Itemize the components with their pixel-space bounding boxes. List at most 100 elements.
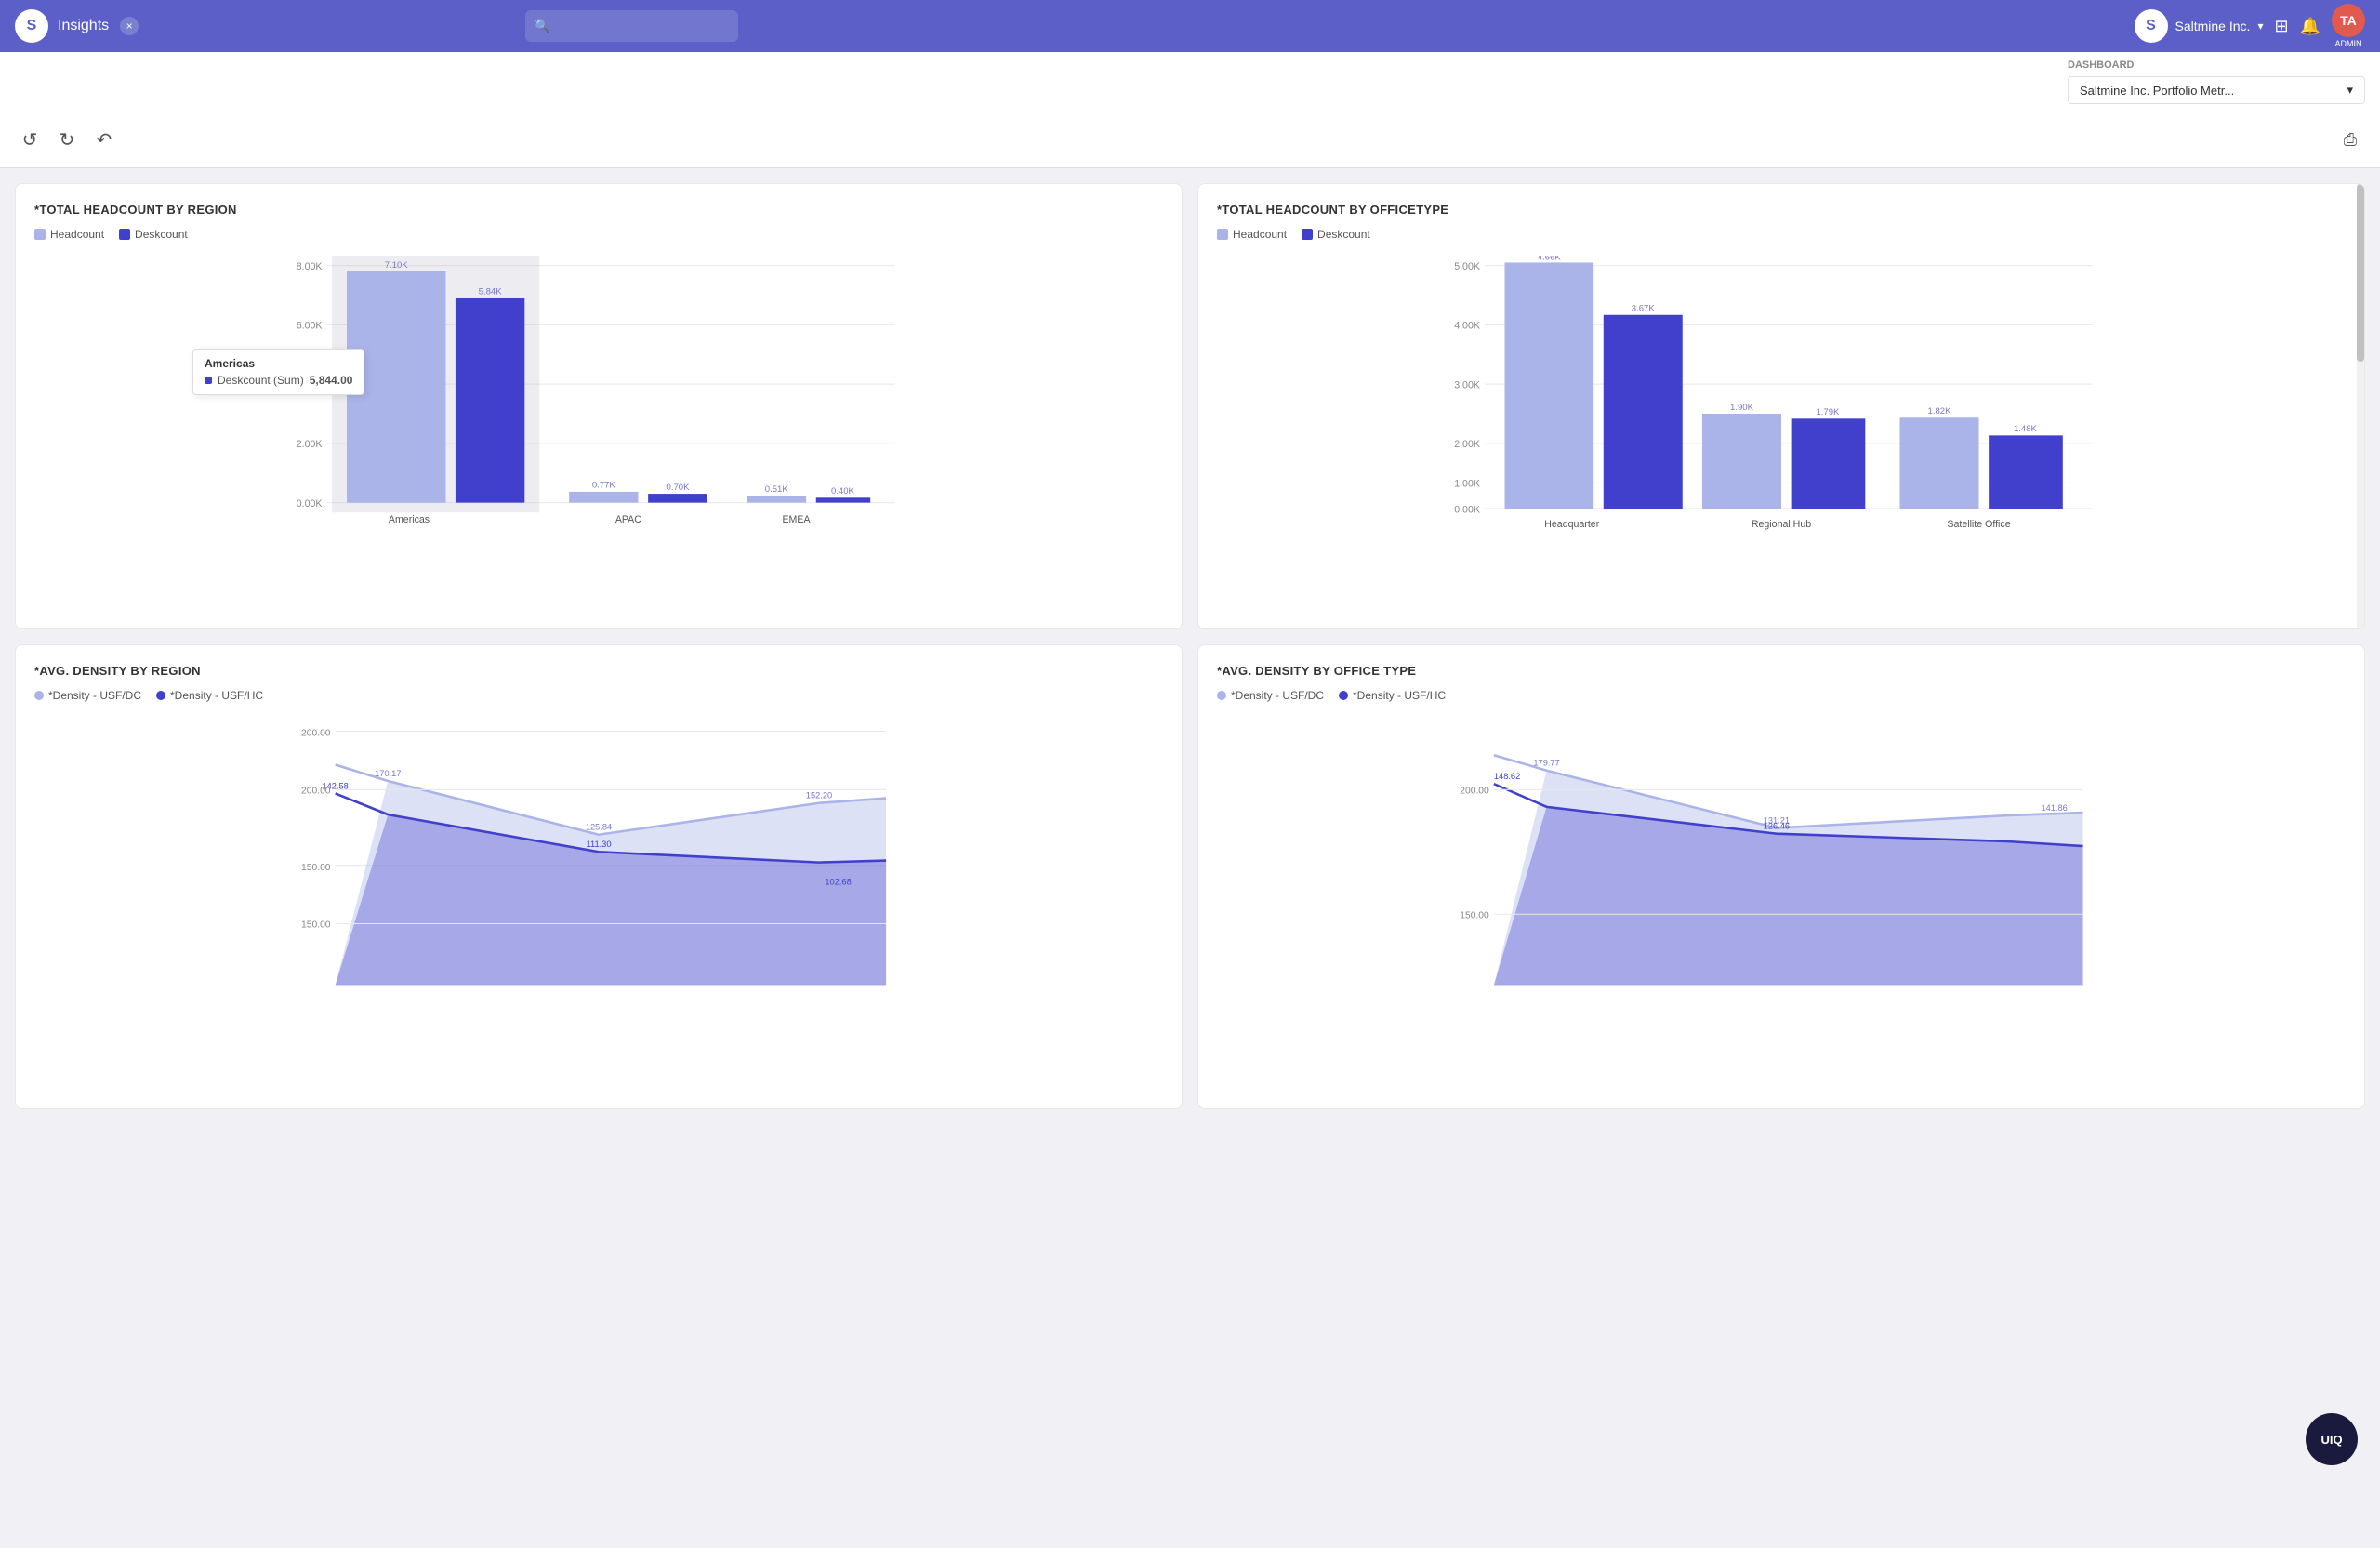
- chart2-scrollbar[interactable]: [2357, 184, 2364, 628]
- avatar-initials: TA: [2340, 13, 2357, 28]
- bar-emea-dc: [816, 497, 870, 502]
- chart4-area: 179.77 131.21 141.86 148.62 126.46 200.0…: [1217, 717, 2346, 1033]
- chart3-usfhc-label: *Density - USF/HC: [170, 689, 263, 702]
- svg-text:Headquarter: Headquarter: [1544, 519, 1599, 530]
- deskcount-legend-label: Deskcount: [135, 228, 188, 241]
- chart3-usfdc-color: [34, 691, 44, 700]
- chart4-title: *AVG. DENSITY BY OFFICE TYPE: [1217, 664, 2346, 678]
- svg-text:4.66K: 4.66K: [1538, 256, 1562, 262]
- svg-text:Satellite Office: Satellite Office: [1947, 519, 2010, 530]
- chart1-legend: Headcount Deskcount: [34, 228, 1163, 241]
- svg-text:111.30: 111.30: [587, 840, 612, 849]
- app-title: Insights: [58, 18, 109, 34]
- uiq-label: UIQ: [2320, 1433, 2342, 1447]
- svg-text:8.00K: 8.00K: [297, 261, 323, 272]
- chart4-usfhc-label: *Density - USF/HC: [1353, 689, 1446, 702]
- dashboard-value: Saltmine Inc. Portfolio Metr...: [2080, 84, 2234, 98]
- chart3-svg: 200.00 150.00: [34, 717, 1163, 1033]
- redo-icon: ↻: [60, 128, 75, 152]
- svg-text:150.00: 150.00: [301, 863, 331, 873]
- svg-text:2.00K: 2.00K: [297, 439, 323, 450]
- chart-headcount-officetype: *TOTAL HEADCOUNT BY OFFICETYPE Headcount…: [1197, 183, 2365, 629]
- svg-text:200.00: 200.00: [1460, 786, 1489, 796]
- toolbar: ↺ ↻ ↶ ⎙: [0, 112, 2380, 168]
- chart-density-region: *AVG. DENSITY BY REGION *Density - USF/D…: [15, 644, 1183, 1109]
- svg-text:1.00K: 1.00K: [1454, 479, 1480, 490]
- print-icon: ⎙: [2344, 130, 2357, 150]
- legend-deskcount: Deskcount: [119, 228, 188, 241]
- svg-text:0.00K: 0.00K: [1454, 504, 1480, 515]
- logo-letter: S: [27, 18, 37, 34]
- svg-text:Regional Hub: Regional Hub: [1752, 519, 1811, 530]
- chart-density-officetype: *AVG. DENSITY BY OFFICE TYPE *Density - …: [1197, 644, 2365, 1109]
- svg-text:4.00K: 4.00K: [1454, 321, 1480, 332]
- svg-text:1.79K: 1.79K: [1816, 407, 1840, 417]
- search-input[interactable]: [525, 10, 738, 42]
- company-selector[interactable]: S Saltmine Inc. ▾: [2135, 9, 2264, 43]
- chart4-usfdc-label: *Density - USF/DC: [1231, 689, 1324, 702]
- chart3-legend-usfdc: *Density - USF/DC: [34, 689, 141, 702]
- svg-text:2.00K: 2.00K: [1454, 439, 1480, 450]
- bell-icon[interactable]: 🔔: [2300, 17, 2320, 36]
- chart3-title: *AVG. DENSITY BY REGION: [34, 664, 1163, 678]
- dashboard-select[interactable]: Saltmine Inc. Portfolio Metr... ▾: [2068, 76, 2365, 104]
- svg-text:200.00: 200.00: [301, 729, 331, 739]
- svg-text:4.00K: 4.00K: [297, 379, 323, 390]
- search-wrapper: 🔍: [525, 10, 1362, 42]
- company-logo: S: [2135, 9, 2168, 43]
- chart3-usfhc-color: [156, 691, 165, 700]
- svg-text:1.82K: 1.82K: [1928, 406, 1952, 417]
- dashboard-label: DASHBOARD: [2068, 60, 2365, 71]
- chart2-legend: Headcount Deskcount: [1217, 228, 2346, 241]
- chart4-legend: *Density - USF/DC *Density - USF/HC: [1217, 689, 2346, 702]
- svg-text:152.20: 152.20: [806, 791, 832, 800]
- dashboard-panel-bar: DASHBOARD Saltmine Inc. Portfolio Metr..…: [0, 52, 2380, 112]
- svg-text:7.10K: 7.10K: [385, 260, 409, 271]
- print-button[interactable]: ⎙: [2335, 126, 2365, 155]
- header-right: S Saltmine Inc. ▾ ⊞ 🔔 TA ADMIN: [2135, 4, 2365, 48]
- svg-text:0.77K: 0.77K: [592, 481, 616, 491]
- legend-headcount: Headcount: [34, 228, 104, 241]
- dashboard-chevron-icon: ▾: [2347, 83, 2353, 98]
- svg-text:Americas: Americas: [389, 514, 430, 525]
- chart2-headcount-label: Headcount: [1233, 228, 1287, 241]
- svg-text:170.17: 170.17: [375, 769, 401, 778]
- grid-icon[interactable]: ⊞: [2274, 17, 2288, 36]
- svg-text:126.46: 126.46: [1764, 822, 1790, 831]
- svg-text:0.70K: 0.70K: [667, 483, 691, 493]
- chart2-deskcount-label: Deskcount: [1317, 228, 1370, 241]
- svg-text:0.51K: 0.51K: [765, 484, 789, 495]
- chart4-legend-usfhc: *Density - USF/HC: [1339, 689, 1446, 702]
- chart1-area: 8.00K 6.00K 4.00K 2.00K 0.00K 7.10K: [34, 256, 1163, 572]
- svg-text:APAC: APAC: [615, 514, 641, 525]
- user-avatar[interactable]: TA: [2332, 4, 2365, 37]
- back-icon: ↶: [97, 128, 112, 152]
- bar-americas-dc: [456, 298, 524, 503]
- header: S Insights × 🔍 S Saltmine Inc. ▾ ⊞ 🔔 TA …: [0, 0, 2380, 52]
- bar-apac-hc: [569, 492, 638, 503]
- bar-emea-hc: [747, 496, 806, 502]
- chart2-headcount-color: [1217, 229, 1228, 240]
- chart-headcount-region: *TOTAL HEADCOUNT BY REGION Headcount Des…: [15, 183, 1183, 629]
- chart4-svg: 179.77 131.21 141.86 148.62 126.46 200.0…: [1217, 717, 2346, 1033]
- main-content: *TOTAL HEADCOUNT BY REGION Headcount Des…: [0, 168, 2380, 1548]
- bar-apac-dc: [648, 494, 707, 503]
- dashboard-panel: DASHBOARD Saltmine Inc. Portfolio Metr..…: [2068, 60, 2365, 104]
- redo-button[interactable]: ↻: [52, 126, 82, 155]
- chart2-deskcount-color: [1302, 229, 1313, 240]
- svg-text:1.90K: 1.90K: [1730, 403, 1754, 413]
- chart1-title: *TOTAL HEADCOUNT BY REGION: [34, 203, 1163, 217]
- back-button[interactable]: ↶: [89, 126, 119, 155]
- undo-button[interactable]: ↺: [15, 126, 45, 155]
- uiq-badge[interactable]: UIQ: [2306, 1413, 2358, 1465]
- bar-americas-hc2: [347, 271, 445, 503]
- svg-text:3.00K: 3.00K: [1454, 379, 1480, 390]
- close-button[interactable]: ×: [120, 17, 139, 35]
- svg-text:1.48K: 1.48K: [2014, 424, 2038, 434]
- toolbar-left: ↺ ↻ ↶: [15, 126, 119, 155]
- svg-text:148.62: 148.62: [1494, 772, 1520, 781]
- svg-text:0.00K: 0.00K: [297, 498, 323, 509]
- deskcount-legend-color: [119, 229, 130, 240]
- chart4-usfdc-color: [1217, 691, 1226, 700]
- svg-text:6.00K: 6.00K: [297, 321, 323, 332]
